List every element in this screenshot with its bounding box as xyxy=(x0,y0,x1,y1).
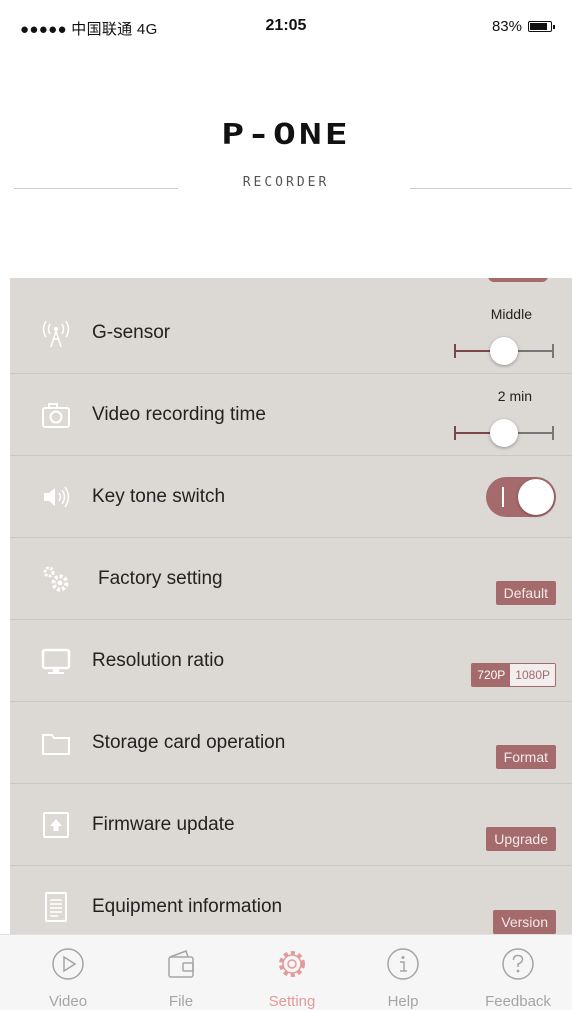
info-circle-icon xyxy=(386,947,420,981)
camera-icon xyxy=(40,399,72,431)
tab-label-file: File xyxy=(168,993,194,1010)
upload-icon xyxy=(40,809,72,841)
resolution-selector[interactable]: 720P 1080P xyxy=(471,663,556,687)
status-bar: ●●●●● 中国联通 4G 21:05 83% xyxy=(0,0,572,52)
default-button[interactable]: Default xyxy=(495,581,556,605)
g-sensor-slider[interactable]: Middle xyxy=(454,306,554,366)
setting-row-g-sensor: G-sensor Middle xyxy=(10,292,572,374)
setting-row-factory-setting: Factory setting Default xyxy=(10,538,572,620)
setting-label-equipment-information: Equipment information xyxy=(92,896,283,917)
battery-status: 83% xyxy=(491,18,555,35)
setting-label-factory-setting: Factory setting xyxy=(98,567,223,589)
tab-label-video: Video xyxy=(48,993,88,1010)
slider-thumb[interactable] xyxy=(490,337,518,365)
setting-label-firmware-update: Firmware update xyxy=(92,813,235,835)
tab-file[interactable]: File xyxy=(131,935,231,1010)
previous-row-button-peek xyxy=(488,278,548,282)
gears-icon xyxy=(40,563,72,595)
wallet-icon xyxy=(164,947,198,981)
upgrade-button[interactable]: Upgrade xyxy=(486,827,556,851)
tab-feedback[interactable]: Feedback xyxy=(468,935,568,1010)
slider-max-tick xyxy=(552,426,554,440)
speaker-icon xyxy=(40,481,72,513)
setting-label-g-sensor: G-sensor xyxy=(92,321,171,343)
setting-row-firmware-update: Firmware update Upgrade xyxy=(10,784,572,866)
format-button[interactable]: Format xyxy=(495,745,556,769)
tab-video[interactable]: Video xyxy=(18,935,118,1010)
status-time: 21:05 xyxy=(265,17,307,34)
battery-icon xyxy=(528,21,555,32)
toggle-knob xyxy=(518,478,554,515)
play-circle-icon xyxy=(51,947,85,981)
battery-percent: 83% xyxy=(491,18,522,35)
monitor-icon xyxy=(40,645,72,677)
video-recording-time-slider[interactable]: 2 min xyxy=(454,388,554,448)
setting-row-video-recording-time: Video recording time 2 min xyxy=(10,374,572,456)
app-logo: P-ONE xyxy=(0,112,572,156)
slider-thumb[interactable] xyxy=(490,419,518,447)
setting-label-video-recording-time: Video recording time xyxy=(92,403,266,425)
setting-label-storage-card-operation: Storage card operation xyxy=(92,731,286,753)
signal-tower-icon xyxy=(40,317,72,349)
setting-label-key-tone-switch: Key tone switch xyxy=(92,485,226,507)
slider-min-tick xyxy=(454,426,456,440)
setting-row-key-tone-switch: Key tone switch xyxy=(10,456,572,538)
version-button[interactable]: Version xyxy=(493,910,556,934)
setting-row-equipment-information: Equipment information Version xyxy=(10,866,572,934)
tab-setting[interactable]: Setting xyxy=(242,935,342,1010)
tab-label-feedback: Feedback xyxy=(485,993,551,1010)
toggle-on-mark xyxy=(502,486,504,507)
setting-row-resolution-ratio: Resolution ratio 720P 1080P xyxy=(10,620,572,702)
resolution-option-1080p[interactable]: 1080P xyxy=(510,664,555,686)
tab-label-help: Help xyxy=(387,993,419,1010)
gear-icon xyxy=(275,947,309,981)
video-recording-time-value: 2 min xyxy=(497,388,532,404)
tab-help[interactable]: Help xyxy=(353,935,453,1010)
logo-divider-right xyxy=(410,188,572,189)
setting-label-resolution-ratio: Resolution ratio xyxy=(92,649,225,671)
settings-list[interactable]: G-sensor Middle Video recording time 2 m… xyxy=(10,278,572,934)
resolution-option-720p[interactable]: 720P xyxy=(472,664,511,686)
key-tone-toggle[interactable] xyxy=(486,476,556,517)
slider-max-tick xyxy=(552,344,554,358)
question-circle-icon xyxy=(501,947,535,981)
setting-row-storage-card-operation: Storage card operation Format xyxy=(10,702,572,784)
g-sensor-value: Middle xyxy=(490,306,532,322)
slider-min-tick xyxy=(454,344,456,358)
document-icon xyxy=(40,891,72,923)
folder-icon xyxy=(40,727,72,759)
logo-title: P-ONE xyxy=(221,117,351,151)
tab-bar: Video File Setting Help Feedback xyxy=(0,934,572,1010)
tab-label-setting: Setting xyxy=(268,993,316,1010)
